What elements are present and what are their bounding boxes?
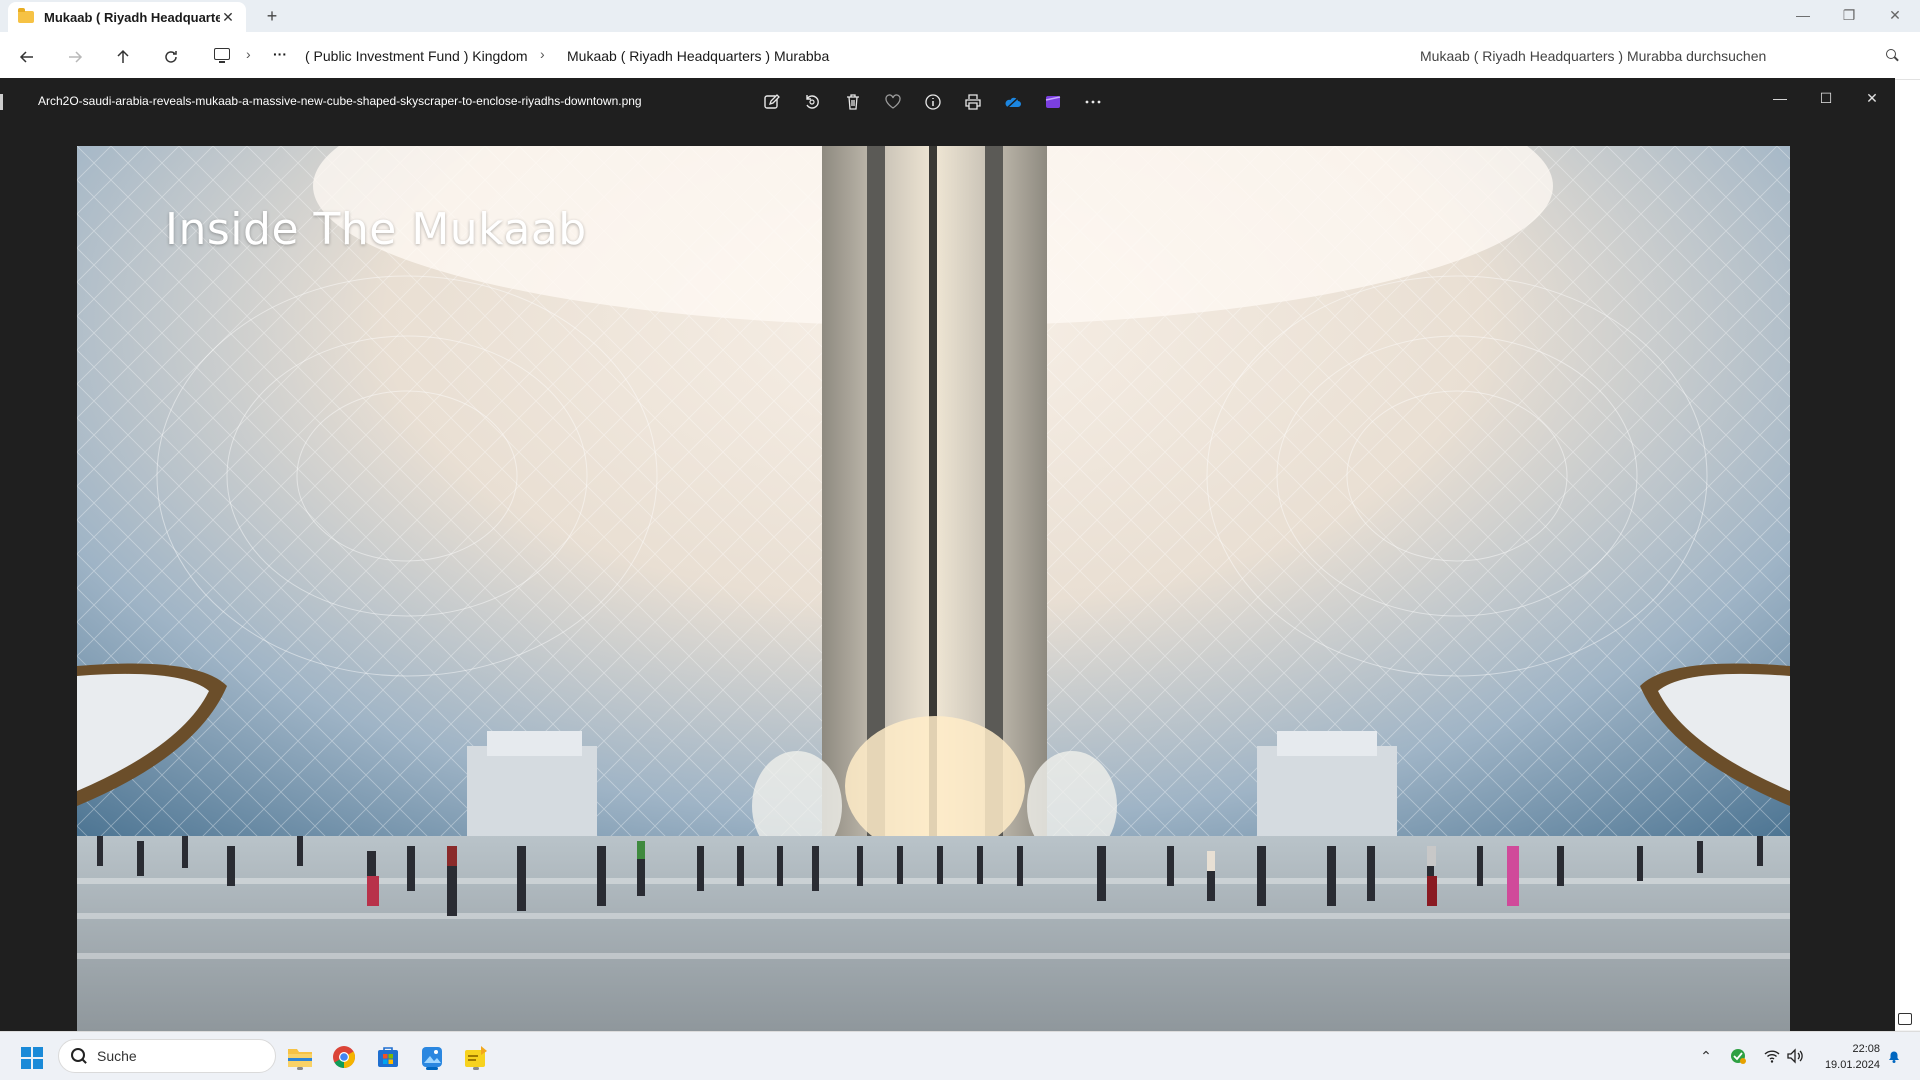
running-indicator: [473, 1067, 479, 1070]
image-filename: Arch2O-saudi-arabia-reveals-mukaab-a-mas…: [38, 94, 642, 108]
wifi-icon[interactable]: [1762, 1046, 1782, 1066]
clock-date: 19.01.2024: [1824, 1059, 1880, 1071]
active-indicator: [426, 1067, 438, 1070]
back-button[interactable]: [14, 44, 40, 70]
edit-icon: [764, 94, 780, 109]
displayed-image[interactable]: Inside The Mukaab: [77, 146, 1790, 1031]
print-button[interactable]: [961, 90, 985, 114]
clock-time: 22:08: [1852, 1043, 1880, 1055]
chrome-app[interactable]: [328, 1041, 360, 1073]
edit-button[interactable]: [760, 90, 784, 114]
refresh-icon: [165, 51, 177, 63]
photo-viewer-window: Arch2O-saudi-arabia-reveals-mukaab-a-mas…: [0, 78, 1895, 1031]
background-window-edge: [1895, 80, 1920, 1030]
tab-close-icon[interactable]: ✕: [220, 9, 236, 25]
breadcrumb-item[interactable]: Mukaab ( Riyadh Headquarters ) Murabba: [567, 48, 829, 64]
info-icon: [925, 94, 941, 110]
mukaab-interior-image: [77, 146, 1790, 1031]
search-input[interactable]: [1420, 48, 1886, 64]
system-clock[interactable]: 22:08 19.01.2024: [1810, 1041, 1880, 1073]
rotate-icon: [806, 95, 819, 109]
tab-title: Mukaab ( Riyadh Headquarter: [44, 9, 220, 25]
notification-bell-icon[interactable]: [1884, 1046, 1904, 1066]
search-icon: [71, 1048, 87, 1064]
this-pc-icon[interactable]: [214, 48, 230, 63]
explorer-tab[interactable]: Mukaab ( Riyadh Headquarter ✕: [8, 2, 246, 32]
more-icon: [1085, 100, 1101, 104]
arrow-right-icon: [69, 51, 83, 63]
clipchamp-icon: [1045, 96, 1061, 108]
windows-start-icon[interactable]: [21, 1047, 43, 1069]
chevron-right-icon: ›: [540, 46, 545, 62]
taskbar: Suche ⌃ 22:08 19.01.2024: [0, 1031, 1920, 1080]
taskbar-search[interactable]: Suche: [58, 1039, 276, 1073]
new-tab-button[interactable]: +: [262, 6, 282, 26]
info-button[interactable]: [921, 90, 945, 114]
explorer-title-bar: Mukaab ( Riyadh Headquarter ✕ + — ❐ ✕: [0, 0, 1920, 32]
chevron-up-icon[interactable]: ⌃: [1696, 1046, 1716, 1066]
chrome-icon: [333, 1046, 355, 1068]
minimize-button[interactable]: —: [1780, 0, 1826, 30]
microsoft-store-app[interactable]: [372, 1041, 404, 1073]
viewer-maximize-button[interactable]: ☐: [1808, 86, 1844, 110]
breadcrumb-item[interactable]: ( Public Investment Fund ) Kingdom: [305, 48, 528, 64]
file-explorer-icon: [288, 1049, 312, 1067]
image-overlay-title: Inside The Mukaab: [165, 204, 587, 255]
show-desktop-icon[interactable]: [1898, 1013, 1912, 1025]
photos-app[interactable]: [416, 1041, 448, 1073]
favorite-icon: [885, 94, 901, 109]
security-status-icon[interactable]: [1728, 1046, 1748, 1066]
explorer-search[interactable]: [1408, 38, 1912, 74]
delete-button[interactable]: [841, 90, 865, 114]
volume-icon[interactable]: [1785, 1046, 1805, 1066]
chevron-right-icon: ›: [246, 46, 251, 62]
clipchamp-button[interactable]: [1041, 90, 1065, 114]
folder-icon: [18, 8, 34, 23]
restore-button[interactable]: ❐: [1826, 0, 1872, 30]
print-icon: [965, 94, 981, 110]
sticky-app[interactable]: [460, 1041, 492, 1073]
photos-icon: [422, 1047, 442, 1067]
file-explorer-app[interactable]: [284, 1041, 316, 1073]
viewer-edge-mark: [0, 94, 3, 110]
more-options-button[interactable]: [1081, 90, 1105, 114]
arrow-left-icon: [19, 51, 33, 63]
arrow-up-icon: [117, 49, 129, 63]
overflow-crumbs-button[interactable]: ···: [273, 46, 287, 62]
refresh-button[interactable]: [158, 44, 184, 70]
search-icon[interactable]: [1886, 49, 1900, 63]
forward-button[interactable]: [62, 44, 88, 70]
viewer-close-button[interactable]: ✕: [1854, 86, 1890, 110]
viewer-toolbar: Arch2O-saudi-arabia-reveals-mukaab-a-mas…: [0, 78, 1895, 126]
onedrive-button[interactable]: [1001, 90, 1025, 114]
rotate-button[interactable]: [800, 90, 824, 114]
close-window-button[interactable]: ✕: [1872, 0, 1918, 30]
delete-icon: [847, 94, 859, 110]
running-indicator: [297, 1067, 303, 1070]
viewer-minimize-button[interactable]: —: [1762, 86, 1798, 110]
favorite-button[interactable]: [881, 90, 905, 114]
onedrive-icon: [1005, 96, 1021, 109]
microsoft-store-icon: [378, 1047, 398, 1067]
sticky-app-icon: [465, 1046, 487, 1067]
taskbar-search-label: Suche: [97, 1048, 137, 1064]
up-button[interactable]: [110, 44, 136, 70]
explorer-address-bar: › ··· ( Public Investment Fund ) Kingdom…: [0, 32, 1920, 80]
